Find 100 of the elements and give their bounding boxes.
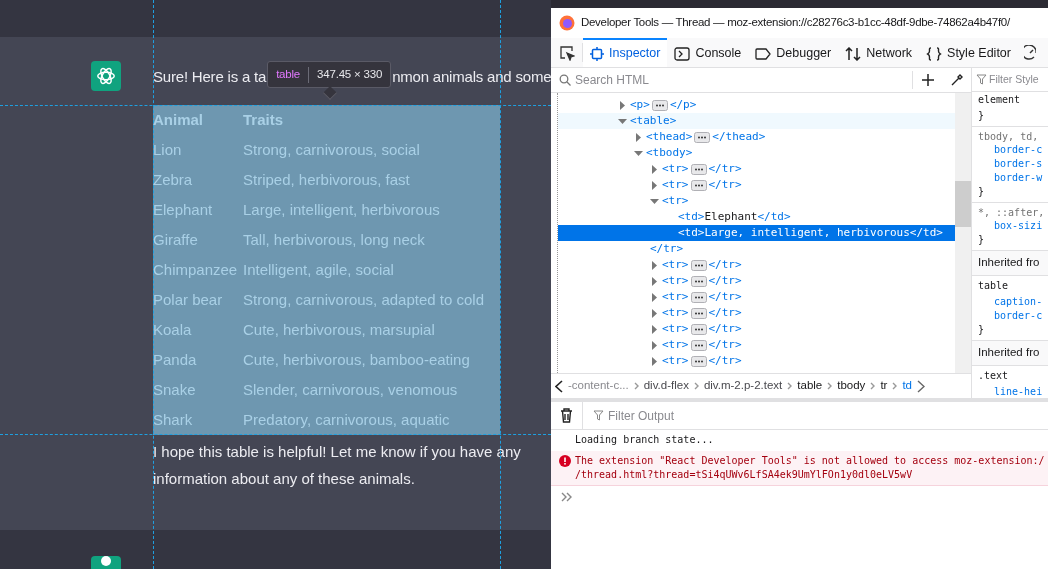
table-cell: Panda	[153, 345, 243, 375]
breadcrumb[interactable]: tr	[880, 377, 888, 395]
css-property: border-s	[993, 157, 1044, 170]
breadcrumb[interactable]: td	[902, 377, 912, 395]
markup-tag[interactable]: </tr>	[650, 240, 684, 258]
expand-arrow-icon[interactable]	[650, 340, 659, 350]
markup-tag[interactable]: <tr>	[662, 160, 689, 178]
markup-tag[interactable]: <td>Elephant</td>	[678, 208, 791, 226]
chevron-icon	[693, 382, 699, 390]
markup-tag[interactable]: </tr>	[708, 176, 742, 194]
markup-tag[interactable]: </tr>	[708, 288, 742, 306]
markup-tag[interactable]: </p>	[669, 96, 697, 114]
markup-tag[interactable]: <tr>	[662, 192, 689, 210]
message-text: I hope this table is helpful! Let me know if you have any information about any of these animals.	[153, 442, 521, 489]
debugger-icon	[755, 47, 772, 60]
table-cell: Slender, carnivorous, venomous	[243, 375, 500, 405]
expand-arrow-icon[interactable]	[634, 132, 643, 142]
expand-arrow-icon[interactable]	[650, 356, 659, 366]
devtools-tab[interactable]: Console	[667, 38, 749, 67]
collapse-arrow-icon[interactable]	[618, 116, 627, 126]
expand-arrow-icon[interactable]	[650, 324, 659, 334]
markup-tag[interactable]: <tr>	[662, 336, 689, 354]
table-cell: Strong, carnivorous, adapted to cold	[243, 285, 500, 315]
table-cell: Striped, herbivorous, fast	[243, 165, 500, 195]
table-cell: Zebra	[153, 165, 243, 195]
table-cell: Polar bear	[153, 285, 243, 315]
markup-tag[interactable]: <tr>	[662, 256, 689, 274]
css-brace: }	[977, 323, 986, 337]
devtools-tab[interactable]: Network	[838, 38, 920, 67]
message-text: Sure! Here is a ta	[153, 67, 267, 87]
expand-arrow-icon[interactable]	[650, 292, 659, 302]
markup-tag[interactable]: <tbody>	[646, 144, 693, 162]
css-selector: .text	[977, 369, 1010, 383]
devtools-tab[interactable]: Style Editor	[919, 38, 1018, 67]
expand-arrow-icon[interactable]	[650, 260, 659, 270]
markup-tag[interactable]: <thead>	[646, 128, 693, 146]
message-text: nmon animals and some	[392, 67, 551, 87]
scroll-left-icon[interactable]	[555, 379, 563, 393]
search-field[interactable]: Search HTML	[575, 71, 904, 89]
markup-tag[interactable]: </tr>	[708, 352, 742, 370]
collapsed-content-icon[interactable]	[690, 259, 707, 271]
filter-output-field[interactable]: Filter Output	[608, 406, 728, 425]
css-property: line-hei	[993, 385, 1044, 398]
markup-tag[interactable]: </tr>	[708, 160, 742, 178]
collapsed-content-icon[interactable]	[690, 291, 707, 303]
table-cell: Predatory, carnivorous, aquatic	[243, 405, 500, 435]
markup-tag[interactable]: <tr>	[662, 320, 689, 338]
scroll-right-icon[interactable]	[917, 379, 925, 393]
eyedropper-icon	[950, 73, 964, 87]
breadcrumb[interactable]: div.m-2.p-2.text	[703, 377, 783, 395]
collapsed-content-icon[interactable]	[690, 307, 707, 319]
breadcrumb[interactable]: div.d-flex	[643, 377, 689, 395]
element-tooltip: table 347.45 × 330	[267, 61, 392, 88]
collapsed-content-icon[interactable]	[694, 131, 711, 143]
breadcrumb[interactable]: -content-c...	[568, 377, 629, 395]
column-header: Traits	[243, 105, 500, 135]
collapsed-content-icon[interactable]	[690, 323, 707, 335]
markup-tag[interactable]: </tr>	[708, 320, 742, 338]
prompt-chevron-icon[interactable]	[561, 492, 573, 502]
markup-tag[interactable]: <tr>	[662, 352, 689, 370]
devtools-tab[interactable]: Debugger	[748, 38, 839, 67]
markup-tag[interactable]: <tr>	[662, 176, 689, 194]
markup-tag[interactable]: <p>	[630, 96, 650, 114]
collapsed-content-icon[interactable]	[690, 275, 707, 287]
expand-arrow-icon[interactable]	[650, 276, 659, 286]
markup-tag[interactable]: </tr>	[708, 272, 742, 290]
breadcrumb[interactable]: tbody	[837, 377, 866, 395]
plus-icon	[921, 73, 935, 87]
filter-styles-field[interactable]: Filter Style	[989, 71, 1044, 88]
collapsed-content-icon[interactable]	[690, 355, 707, 367]
devtools-tab[interactable]: Inspector	[583, 38, 668, 67]
collapsed-content-icon[interactable]	[690, 339, 707, 351]
markup-tag[interactable]: <table>	[630, 112, 677, 130]
collapse-arrow-icon[interactable]	[650, 196, 659, 206]
collapse-arrow-icon[interactable]	[634, 148, 643, 158]
expand-arrow-icon[interactable]	[618, 100, 627, 110]
markup-tag[interactable]: </tr>	[708, 304, 742, 322]
css-brace: }	[977, 185, 986, 199]
section-header: Inherited fro	[972, 340, 1048, 366]
trash-icon	[560, 408, 573, 423]
error-message: The extension "React Developer Tools" is not allowed to access moz-extension:/ /thread.html?thread=tSi4qUWv6LfSA4ek9UmYlFOn1y0dl0eLV5wV	[575, 454, 1045, 482]
collapsed-content-icon[interactable]	[651, 99, 668, 111]
scrollbar[interactable]	[955, 93, 971, 373]
markup-tag[interactable]: </tr>	[708, 256, 742, 274]
markup-tag[interactable]: <tr>	[662, 288, 689, 306]
markup-tag[interactable]: </tr>	[708, 336, 742, 354]
css-brace: }	[977, 233, 986, 247]
expand-arrow-icon[interactable]	[650, 164, 659, 174]
breadcrumb[interactable]: table	[797, 377, 823, 395]
expand-arrow-icon[interactable]	[650, 308, 659, 318]
collapsed-content-icon[interactable]	[690, 163, 707, 175]
user-icon	[98, 556, 114, 568]
css-property: caption-	[993, 295, 1044, 308]
markup-tag[interactable]: </thead>	[712, 128, 766, 146]
collapsed-content-icon[interactable]	[690, 179, 707, 191]
markup-tag[interactable]: <tr>	[662, 304, 689, 322]
markup-tag[interactable]: <tr>	[662, 272, 689, 290]
table-cell: Tall, herbivorous, long neck	[243, 225, 500, 255]
expand-arrow-icon[interactable]	[650, 180, 659, 190]
chevron-icon	[827, 382, 833, 390]
